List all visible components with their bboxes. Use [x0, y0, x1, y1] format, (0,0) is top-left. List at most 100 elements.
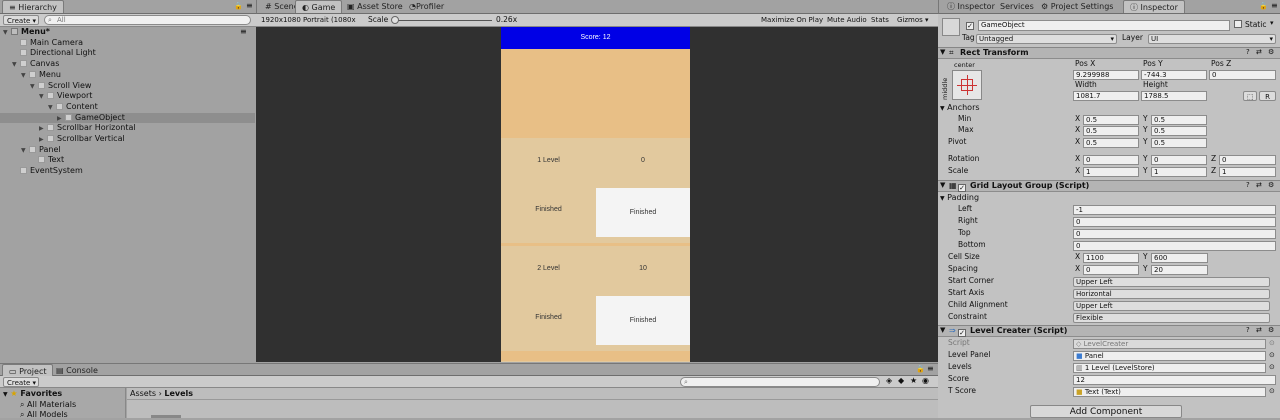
gizmos-dropdown[interactable]: Gizmos ▾ — [894, 15, 932, 25]
static-checkbox[interactable] — [1234, 20, 1242, 29]
tab-hierarchy[interactable]: ≡ Hierarchy — [2, 0, 64, 13]
scale-x-field[interactable]: 1 — [1083, 167, 1139, 177]
padding-left-field[interactable]: -1 — [1073, 205, 1276, 215]
anchor-min-x-field[interactable]: 0.5 — [1083, 115, 1139, 125]
padding-bottom-field[interactable]: 0 — [1073, 241, 1276, 251]
spacing-y-field[interactable]: 20 — [1151, 265, 1208, 275]
gear-icon[interactable]: ⚙ — [1268, 181, 1274, 189]
hierarchy-item[interactable]: ▼ Panel — [0, 145, 255, 156]
mute-audio-toggle[interactable]: Mute Audio — [824, 15, 870, 25]
tag-dropdown[interactable]: Untagged ▾ — [976, 34, 1117, 44]
hierarchy-item[interactable]: ▼ Content — [0, 102, 255, 113]
tab-inspector-1[interactable]: ⓘ Inspector — [941, 0, 1001, 13]
pos-z-field[interactable]: 0 — [1209, 70, 1276, 80]
help-icon[interactable]: ? — [1246, 48, 1250, 56]
create-dropdown[interactable]: Create ▾ — [3, 15, 39, 25]
padding-top-field[interactable]: 0 — [1073, 229, 1276, 239]
gear-icon[interactable]: ⚙ — [1268, 326, 1274, 334]
tab-game[interactable]: ◐ Game — [295, 0, 343, 13]
grid-layout-enabled-checkbox[interactable]: ✓ — [958, 182, 966, 192]
cell-size-x-field[interactable]: 1100 — [1083, 253, 1139, 263]
rotation-x-field[interactable]: 0 — [1083, 155, 1139, 165]
scale-slider-track[interactable] — [392, 20, 492, 21]
resolution-dropdown[interactable]: 1920x1080 Portrait (1080x — [258, 15, 366, 25]
hierarchy-item[interactable]: ▼ Menu — [0, 70, 255, 81]
hierarchy-item[interactable]: EventSystem — [0, 166, 255, 177]
object-picker-icon[interactable]: ⊙ — [1269, 387, 1275, 395]
project-search-input[interactable]: ⌕ — [680, 377, 880, 387]
hierarchy-item[interactable]: ▶ GameObject — [0, 112, 255, 124]
favorite-search-icon[interactable]: ★ — [910, 376, 917, 385]
hierarchy-item[interactable]: ▶ Scrollbar Vertical — [0, 134, 255, 145]
level-creater-enabled-checkbox[interactable]: ✓ — [958, 327, 966, 337]
levels-field[interactable]: ▥ 1 Level (LevelStore) — [1073, 363, 1266, 373]
start-axis-dropdown[interactable]: Horizontal — [1073, 289, 1270, 299]
object-picker-icon[interactable]: ⊙ — [1269, 351, 1275, 359]
scale-z-field[interactable]: 1 — [1219, 167, 1276, 177]
level-panel-field[interactable]: ■ Panel — [1073, 351, 1266, 361]
pos-x-field[interactable]: 9.299988 — [1073, 70, 1139, 80]
scale-slider-handle[interactable] — [391, 16, 399, 24]
level-finished-button[interactable]: Finished — [596, 188, 690, 237]
lock-icon[interactable]: 🔒 — [1259, 2, 1268, 10]
tab-profiler[interactable]: ◔Profiler — [403, 0, 450, 13]
rotation-y-field[interactable]: 0 — [1151, 155, 1207, 165]
filter-label-icon[interactable]: ◆ — [898, 376, 904, 385]
hierarchy-search-input[interactable]: ⌕ All — [44, 15, 251, 25]
panel-menu-icon[interactable]: ≡ — [246, 1, 253, 10]
hierarchy-item[interactable]: Main Camera — [0, 38, 255, 49]
rect-transform-header[interactable]: ▼ ⌗ Rect Transform ? ⇄ ⚙ — [938, 47, 1280, 59]
cell-size-y-field[interactable]: 600 — [1151, 253, 1208, 263]
lock-icon[interactable]: 🔒 — [234, 2, 243, 10]
breadcrumb-assets[interactable]: Assets — [130, 389, 156, 398]
anchor-max-y-field[interactable]: 0.5 — [1151, 126, 1207, 136]
object-name-field[interactable]: GameObject — [978, 20, 1230, 31]
preset-icon[interactable]: ⇄ — [1256, 48, 1262, 56]
level-finished-button[interactable]: Finished — [596, 296, 690, 345]
help-icon[interactable]: ? — [1246, 181, 1250, 189]
score-field[interactable]: 12 — [1073, 375, 1276, 385]
tab-services[interactable]: Services — [994, 0, 1040, 13]
rotation-z-field[interactable]: 0 — [1219, 155, 1276, 165]
anchor-min-y-field[interactable]: 0.5 — [1151, 115, 1207, 125]
object-picker-icon[interactable]: ⊙ — [1269, 363, 1275, 371]
hierarchy-item[interactable]: ▼ Viewport — [0, 91, 255, 102]
visibility-icon[interactable]: ◉ — [922, 376, 929, 385]
padding-foldout[interactable]: ▼ Padding — [940, 192, 979, 203]
hierarchy-item[interactable]: Directional Light — [0, 48, 255, 59]
maximize-on-play-toggle[interactable]: Maximize On Play — [758, 15, 826, 25]
add-component-button[interactable]: Add Component — [1030, 405, 1182, 418]
start-corner-dropdown[interactable]: Upper Left — [1073, 277, 1270, 287]
pivot-x-field[interactable]: 0.5 — [1083, 138, 1139, 148]
t-score-field[interactable]: ■ Text (Text) — [1073, 387, 1266, 397]
active-checkbox[interactable]: ✓ — [966, 20, 974, 30]
panel-menu-icon[interactable]: ≡ — [927, 364, 934, 373]
tab-asset-store[interactable]: ▣ Asset Store — [341, 0, 409, 13]
chevron-down-icon[interactable]: ▾ — [1270, 19, 1274, 27]
width-field[interactable]: 1081.7 — [1073, 91, 1139, 101]
raw-edit-button[interactable]: R — [1259, 91, 1276, 101]
preset-icon[interactable]: ⇄ — [1256, 181, 1262, 189]
anchor-max-x-field[interactable]: 0.5 — [1083, 126, 1139, 136]
breadcrumb-levels[interactable]: Levels — [164, 389, 193, 398]
hierarchy-item[interactable]: ▶ Scrollbar Horizontal — [0, 123, 255, 134]
hierarchy-item[interactable]: Text — [0, 155, 255, 166]
help-icon[interactable]: ? — [1246, 326, 1250, 334]
tab-inspector-2[interactable]: ⓘ Inspector — [1123, 0, 1185, 13]
gear-icon[interactable]: ⚙ — [1268, 48, 1274, 56]
pivot-y-field[interactable]: 0.5 — [1151, 138, 1207, 148]
scene-menu-icon[interactable]: ≡ — [240, 27, 247, 38]
padding-right-field[interactable]: 0 — [1073, 217, 1276, 227]
level-creater-header[interactable]: ▼ ⇒ ✓ Level Creater (Script) ? ⇄ ⚙ — [938, 325, 1280, 337]
project-create-dropdown[interactable]: Create ▾ — [3, 377, 39, 387]
blueprint-mode-button[interactable]: ⬚ — [1243, 91, 1257, 101]
tab-project-settings[interactable]: ⚙ Project Settings — [1035, 0, 1119, 13]
preset-icon[interactable]: ⇄ — [1256, 326, 1262, 334]
panel-menu-icon[interactable]: ≡ — [1271, 1, 1278, 10]
pos-y-field[interactable]: -744.3 — [1141, 70, 1207, 80]
constraint-dropdown[interactable]: Flexible — [1073, 313, 1270, 323]
fav-item[interactable]: ⌕ All Materials — [20, 400, 76, 410]
anchors-foldout[interactable]: ▼ Anchors — [940, 102, 980, 113]
layer-dropdown[interactable]: UI ▾ — [1148, 34, 1276, 44]
hierarchy-item[interactable]: ▼ Canvas — [0, 59, 255, 70]
